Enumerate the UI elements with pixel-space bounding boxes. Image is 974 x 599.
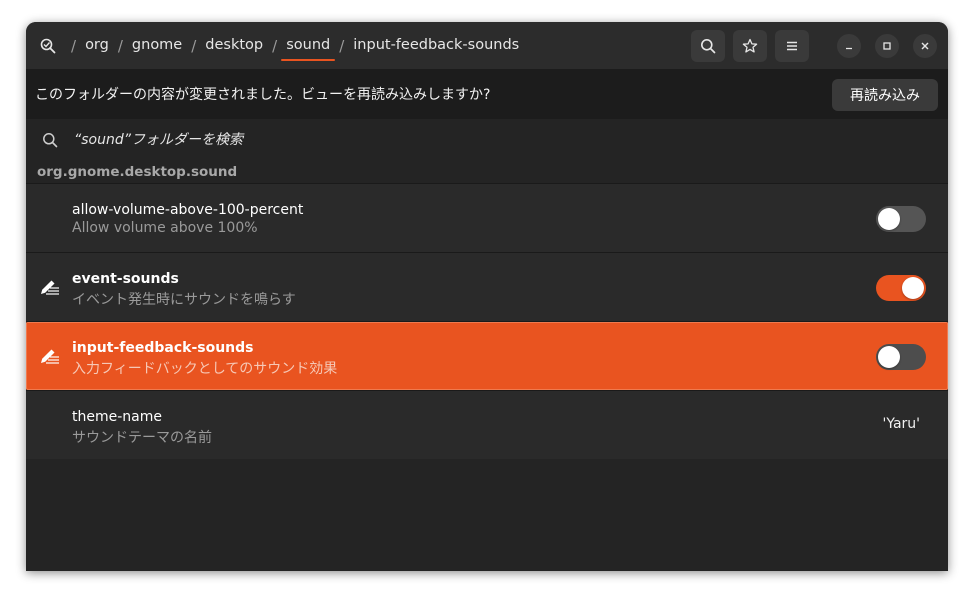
modified-pencil-icon — [41, 349, 59, 364]
close-icon — [921, 42, 929, 49]
search-button[interactable] — [691, 29, 725, 62]
key-description: イベント発生時にサウンドを鳴らす — [72, 292, 296, 308]
toggle-switch[interactable] — [876, 206, 926, 232]
breadcrumb-separator: / — [191, 36, 197, 55]
window-controls — [823, 33, 937, 58]
key-name: event-sounds — [72, 271, 179, 287]
key-name: theme-name — [72, 409, 162, 425]
key-name: input-feedback-sounds — [72, 340, 254, 356]
menu-icon — [787, 41, 797, 50]
dconf-editor-window: / org / gnome / desktop / sound / input-… — [26, 22, 948, 571]
toggle-switch[interactable] — [876, 344, 926, 370]
star-icon — [742, 38, 758, 53]
breadcrumb-separator: / — [117, 36, 123, 55]
breadcrumb: / org / gnome / desktop / sound / input-… — [26, 22, 521, 69]
toggle-knob — [878, 346, 900, 368]
breadcrumb-desktop[interactable]: desktop — [203, 22, 265, 69]
breadcrumb-separator: / — [272, 36, 278, 55]
minimize-icon — [846, 47, 852, 49]
reload-button[interactable]: 再読み込み — [832, 79, 938, 111]
section-title: org.gnome.desktop.sound — [37, 164, 238, 180]
list-item-event-sounds[interactable]: event-sounds イベント発生時にサウンドを鳴らす — [26, 252, 948, 321]
breadcrumb-input-feedback-sounds[interactable]: input-feedback-sounds — [351, 22, 521, 69]
maximize-icon — [883, 41, 891, 50]
header-bar: / org / gnome / desktop / sound / input-… — [26, 22, 948, 69]
breadcrumb-sound[interactable]: sound — [281, 22, 336, 69]
toggle-switch[interactable] — [876, 275, 926, 301]
toggle-knob — [878, 208, 900, 230]
breadcrumb-gnome[interactable]: gnome — [130, 22, 184, 69]
header-buttons — [691, 22, 948, 69]
breadcrumb-org[interactable]: org — [83, 22, 111, 69]
main-menu-button[interactable] — [775, 29, 809, 62]
close-button[interactable] — [913, 33, 937, 58]
list-item-allow-volume-above-100-percent[interactable]: allow-volume-above-100-percent Allow vol… — [26, 183, 948, 252]
list-item-input-feedback-sounds[interactable]: input-feedback-sounds 入力フィードバックとしてのサウンド効… — [26, 321, 948, 390]
keys-list: allow-volume-above-100-percent Allow vol… — [26, 183, 948, 459]
dconf-root-icon[interactable] — [38, 36, 58, 56]
breadcrumb-separator: / — [339, 36, 345, 55]
bookmarks-button[interactable] — [733, 29, 767, 62]
key-description: サウンドテーマの名前 — [72, 430, 212, 446]
list-item-theme-name[interactable]: theme-name サウンドテーマの名前 'Yaru' — [26, 390, 948, 459]
modified-pencil-icon — [41, 280, 59, 295]
search-icon — [701, 38, 716, 53]
maximize-button[interactable] — [875, 33, 899, 58]
info-bar-message: このフォルダーの内容が変更されました。ビューを再読み込みしますか? — [35, 87, 491, 103]
key-name: allow-volume-above-100-percent — [72, 202, 304, 218]
breadcrumb-separator: / — [71, 36, 77, 55]
search-input[interactable] — [74, 132, 574, 148]
info-bar: このフォルダーの内容が変更されました。ビューを再読み込みしますか? 再読み込み — [26, 69, 948, 119]
key-description: Allow volume above 100% — [72, 220, 258, 236]
search-icon — [40, 130, 60, 150]
key-value: 'Yaru' — [882, 416, 920, 432]
key-description: 入力フィードバックとしてのサウンド効果 — [72, 361, 338, 377]
search-bar — [26, 119, 948, 161]
toggle-knob — [902, 277, 924, 299]
minimize-button[interactable] — [837, 33, 861, 58]
